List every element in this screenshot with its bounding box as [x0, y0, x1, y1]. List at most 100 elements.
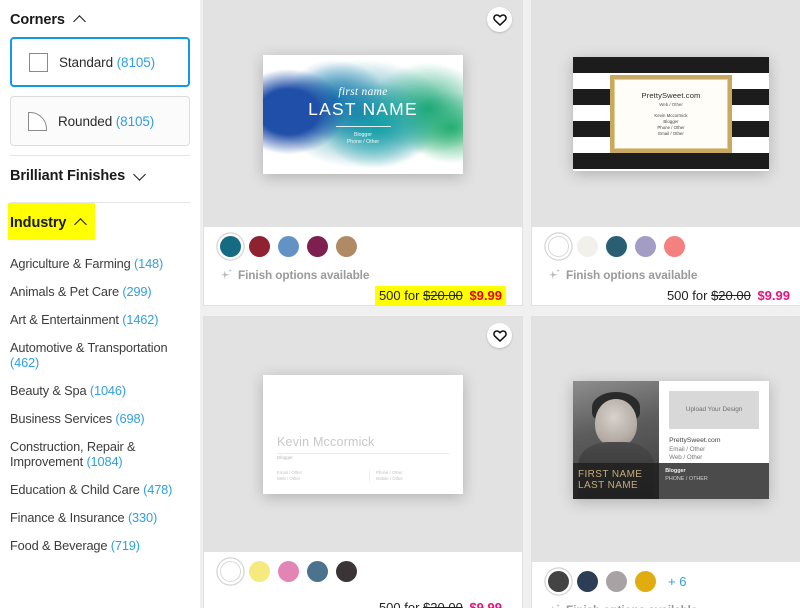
price-sale: $9.99 [757, 288, 790, 303]
price-qty: 500 for [666, 288, 708, 303]
color-swatch[interactable] [577, 236, 598, 257]
product-card-black-stripe[interactable]: PrettySweet.com Web / Other Kevin Mccorm… [531, 0, 800, 306]
filters-sidebar: Corners Standard (8105) Rounded (8105) B… [0, 0, 200, 608]
price-sale: $9.99 [469, 288, 502, 303]
color-swatch[interactable] [336, 236, 357, 257]
industry-item-label: Art & Entertainment [10, 311, 123, 327]
industry-item[interactable]: Construction, Repair & Improvement (1084… [10, 432, 190, 475]
color-swatches[interactable] [220, 561, 522, 582]
preview-email: Email / Other [658, 130, 684, 136]
industry-item[interactable]: Art & Entertainment (1462) [10, 305, 190, 333]
product-results-grid: first name LAST NAME Blogger Phone / Oth… [200, 0, 800, 608]
color-swatches[interactable]: + 6 [548, 571, 800, 592]
color-swatch[interactable] [249, 561, 270, 582]
product-card-photo-upload[interactable]: FIRST NAME LAST NAME Upload Your Design … [531, 316, 800, 608]
industry-item[interactable]: Education & Child Care (478) [10, 475, 190, 503]
product-preview-area[interactable]: FIRST NAME LAST NAME Upload Your Design … [532, 317, 800, 562]
chevron-up-icon [74, 14, 86, 26]
color-swatch[interactable] [606, 236, 627, 257]
preview-role: Blogger [277, 455, 293, 460]
preview-brand: PrettySweet.com [641, 91, 701, 101]
color-swatch[interactable] [606, 571, 627, 592]
industry-item[interactable]: Animals & Pet Care (299) [10, 277, 190, 305]
preview-role: Blogger [354, 132, 372, 138]
color-swatch[interactable] [664, 236, 685, 257]
industry-item[interactable]: Beauty & Spa (1046) [10, 376, 190, 404]
color-swatches[interactable] [220, 236, 522, 257]
industry-item[interactable]: Business Services (698) [10, 404, 190, 432]
color-swatch[interactable] [336, 561, 357, 582]
product-card-footer: Finish options available 500 for $20.00 … [204, 227, 522, 305]
finish-options-row[interactable]: Finish options available [220, 268, 522, 282]
corner-option-standard[interactable]: Standard (8105) [10, 37, 190, 87]
price-original: $20.00 [423, 288, 463, 303]
product-card-footer: Finish options available 500 for $20.00 … [532, 227, 800, 305]
color-swatch[interactable] [635, 236, 656, 257]
preview-last-name: LAST NAME [578, 479, 639, 491]
color-swatches[interactable] [548, 236, 800, 257]
business-card-preview: FIRST NAME LAST NAME Upload Your Design … [573, 380, 769, 499]
square-corner-icon [29, 52, 48, 72]
color-swatch[interactable] [307, 236, 328, 257]
industry-item-count: (1046) [89, 382, 126, 398]
price-original: $20.00 [711, 288, 751, 303]
industry-item-count: (462) [10, 354, 40, 370]
preview-left-contact: Email / Other Web / Other [277, 470, 303, 481]
preview-first-name: first name [338, 86, 388, 98]
facet-header-brilliant-finishes[interactable]: Brilliant Finishes [10, 156, 190, 193]
industry-item-count: (478) [143, 481, 173, 497]
facet-header-corners[interactable]: Corners [10, 0, 190, 37]
preview-phone: Phone / Other [657, 124, 685, 130]
industry-item-count: (299) [122, 283, 152, 299]
corner-option-rounded-count: (8105) [115, 113, 155, 129]
finish-options-label: Finish options available [566, 268, 698, 282]
color-swatch[interactable] [635, 571, 656, 592]
product-card-footer: + 6 Finish options available [532, 562, 800, 608]
product-preview-area[interactable]: PrettySweet.com Web / Other Kevin Mccorm… [532, 1, 800, 227]
color-swatch[interactable] [548, 236, 569, 257]
facet-title-brilliant-finishes: Brilliant Finishes [10, 168, 126, 184]
preview-web: Web / Other [669, 454, 703, 462]
industry-item[interactable]: Agriculture & Farming (148) [10, 249, 190, 277]
preview-last-name: LAST NAME [308, 99, 418, 119]
sparkle-icon [548, 268, 560, 281]
industry-item[interactable]: Automotive & Transportation (462) [10, 333, 190, 376]
color-swatch[interactable] [278, 236, 299, 257]
industry-item[interactable]: Food & Beverage (719) [10, 531, 190, 559]
price-row: 500 for $20.00 $9.99 [220, 286, 522, 305]
product-card-footer: 500 for $20.00 $9.99 [204, 552, 522, 608]
finish-options-row[interactable]: Finish options available [548, 268, 800, 282]
color-swatch[interactable] [220, 561, 241, 582]
industry-item-label: Food & Beverage [10, 537, 111, 553]
price-sale: $9.99 [469, 600, 502, 608]
preview-email: Email / Other [669, 445, 706, 453]
color-swatch[interactable] [577, 571, 598, 592]
price-qty: 500 for [378, 288, 420, 303]
industry-item[interactable]: Finance & Insurance (330) [10, 503, 190, 531]
heart-icon[interactable] [487, 7, 512, 32]
heart-icon[interactable] [487, 323, 512, 348]
industry-item-count: (330) [127, 509, 158, 525]
product-preview-area[interactable]: first name LAST NAME Blogger Phone / Oth… [204, 1, 522, 227]
industry-item-label: Animals & Pet Care [10, 283, 123, 299]
color-swatch[interactable] [548, 571, 569, 592]
business-card-preview: first name LAST NAME Blogger Phone / Oth… [263, 54, 463, 174]
color-swatch[interactable] [307, 561, 328, 582]
product-card-watercolor[interactable]: first name LAST NAME Blogger Phone / Oth… [203, 0, 523, 306]
industry-item-label: Automotive & Transportation [10, 339, 168, 355]
price-qty: 500 for [378, 600, 420, 608]
finish-options-row[interactable]: Finish options available [548, 603, 800, 608]
corner-option-rounded[interactable]: Rounded (8105) [10, 96, 190, 146]
corner-option-standard-label: Standard (8105) [59, 54, 156, 70]
product-card-minimal-white[interactable]: Kevin Mccormick Blogger Email / Other Web… [203, 316, 523, 608]
preview-brand: PrettySweet.com [669, 437, 721, 445]
price-row: 500 for $20.00 $9.99 [220, 598, 522, 608]
color-swatch[interactable] [249, 236, 270, 257]
color-swatch[interactable] [278, 561, 299, 582]
facet-header-industry[interactable]: Industry [8, 203, 95, 240]
product-preview-area[interactable]: Kevin Mccormick Blogger Email / Other Web… [204, 317, 522, 552]
preview-name: Kevin Mccormick [654, 112, 688, 118]
color-swatch[interactable] [220, 236, 241, 257]
sparkle-icon [220, 268, 232, 281]
more-colors-label[interactable]: + 6 [668, 574, 686, 589]
